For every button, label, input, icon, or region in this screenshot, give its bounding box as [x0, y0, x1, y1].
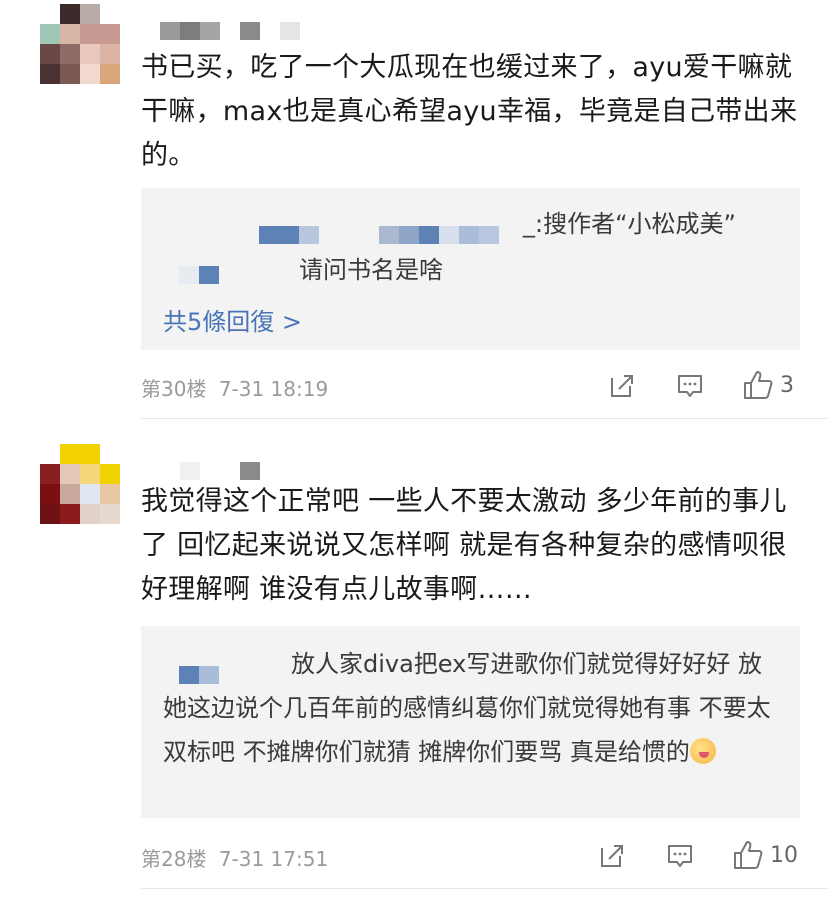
like-button[interactable]: 10	[732, 839, 798, 871]
reply-preview-box[interactable]: 放人家diva把ex写进歌你们就觉得好好好 放她这边说个几百年前的感情纠葛你们就…	[141, 626, 800, 818]
view-all-replies-link[interactable]: 共5條回復 >	[163, 302, 302, 337]
avatar[interactable]	[40, 4, 120, 84]
comment-icon	[678, 375, 702, 397]
comment-icon	[668, 845, 692, 867]
thumbs-up-icon	[744, 371, 773, 399]
like-button[interactable]: 3	[742, 369, 794, 401]
reply-line-2: 请问书名是啥	[299, 256, 443, 284]
timestamp: 7-31 17:51	[218, 847, 329, 871]
floor-number: 第30楼	[141, 377, 207, 401]
comment-floor-time: 第30楼 7-31 18:19	[141, 373, 328, 402]
comment-divider	[141, 418, 828, 419]
username-redacted[interactable]	[180, 462, 260, 480]
reply-body: 放人家diva把ex写进歌你们就觉得好好好 放她这边说个几百年前的感情纠葛你们就…	[163, 650, 771, 766]
comment-button[interactable]	[676, 372, 704, 400]
comment-body: 书已买，吃了一个大瓜现在也缓过来了，ayu爱干嘛就干嘛，max也是真心希望ayu…	[141, 52, 798, 171]
share-icon	[601, 845, 623, 867]
share-icon	[611, 375, 633, 397]
reply-username-redacted-2[interactable]	[179, 266, 219, 284]
avatar[interactable]	[40, 444, 120, 524]
like-count: 3	[780, 372, 794, 398]
comment-floor-time: 第28楼 7-31 17:51	[141, 843, 328, 872]
reply-line-1: _:搜作者“小松成美”	[523, 210, 736, 238]
timestamp: 7-31 18:19	[218, 377, 329, 401]
share-button[interactable]	[598, 842, 626, 870]
comment-divider	[141, 888, 828, 889]
share-button[interactable]	[608, 372, 636, 400]
comment-body: 我觉得这个正常吧 一些人不要太激动 多少年前的事儿了 回忆起来说说又怎样啊 就是…	[141, 486, 787, 605]
reply-username-redacted[interactable]	[259, 226, 499, 244]
comment-button[interactable]	[666, 842, 694, 870]
like-count: 10	[770, 842, 798, 868]
thumbs-up-icon	[734, 841, 763, 869]
reply-preview-box[interactable]: _:搜作者“小松成美” 请问书名是啥 共5條回復 >	[141, 188, 800, 350]
emoji-icon	[689, 738, 716, 764]
floor-number: 第28楼	[141, 847, 207, 871]
username-redacted[interactable]	[160, 22, 300, 40]
